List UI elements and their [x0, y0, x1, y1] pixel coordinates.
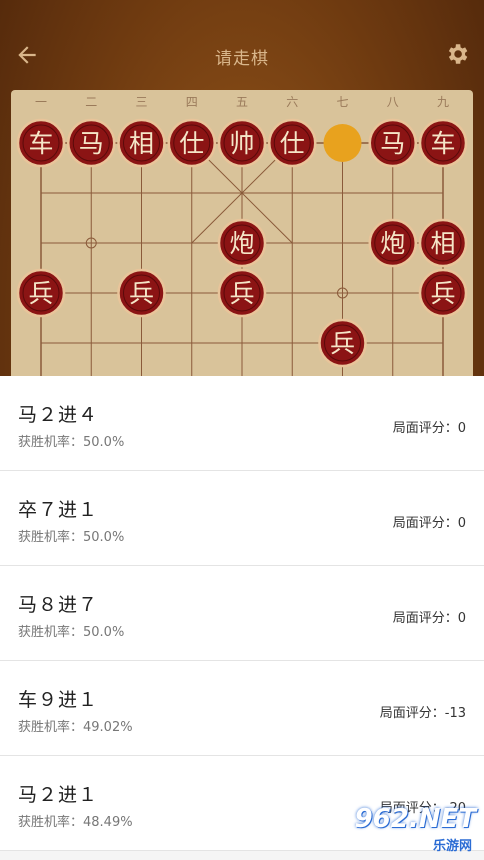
chess-piece[interactable]: 兵: [418, 268, 468, 318]
win-rate: 获胜机率：48.49%: [18, 815, 133, 830]
chess-piece[interactable]: 马: [368, 118, 417, 168]
position-score: 局面评分：-13: [379, 706, 466, 721]
list-item[interactable]: 马２进４ 获胜机率：50.0% 局面评分：0: [0, 376, 484, 471]
chess-board[interactable]: 一二三四五六七八九楚河汉界车马相仕帅仕马车炮炮相兵兵兵兵兵: [11, 90, 473, 390]
svg-text:帅: 帅: [229, 129, 254, 158]
watermark-text: 962.NET: [354, 804, 476, 834]
svg-text:炮: 炮: [380, 229, 405, 258]
position-score: 局面评分：0: [392, 611, 466, 626]
svg-text:兵: 兵: [129, 279, 154, 308]
file-number: 四: [186, 95, 198, 109]
page-title: 请走棋: [215, 49, 269, 69]
file-number: 六: [286, 95, 298, 109]
win-rate: 获胜机率：50.0%: [18, 625, 125, 640]
chess-piece[interactable]: 炮: [217, 218, 267, 268]
chess-piece[interactable]: 兵: [16, 268, 66, 318]
win-rate: 获胜机率：50.0%: [18, 435, 125, 450]
svg-text:兵: 兵: [229, 279, 254, 308]
file-number: 二: [85, 95, 97, 109]
move-notation: 车９进１: [18, 689, 99, 711]
svg-text:兵: 兵: [430, 279, 455, 308]
move-suggestions-sheet: 马２进４ 获胜机率：50.0% 局面评分：0 卒７进１ 获胜机率：50.0% 局…: [0, 376, 484, 860]
svg-text:炮: 炮: [229, 229, 254, 258]
chess-piece[interactable]: 仕: [167, 118, 216, 168]
file-number: 五: [236, 95, 248, 109]
move-notation: 马２进１: [18, 784, 99, 806]
chess-piece[interactable]: 帅: [217, 118, 267, 168]
win-rate: 获胜机率：50.0%: [18, 530, 125, 545]
svg-text:兵: 兵: [330, 329, 355, 358]
file-number: 八: [387, 95, 399, 109]
list-item[interactable]: 卒７进１ 获胜机率：50.0% 局面评分：0: [0, 471, 484, 566]
svg-text:相: 相: [430, 229, 455, 258]
last-move-highlight: [323, 124, 362, 162]
svg-text:仕: 仕: [280, 129, 305, 158]
list-item[interactable]: 车９进１ 获胜机率：49.02% 局面评分：-13: [0, 661, 484, 756]
file-number: 七: [336, 95, 348, 109]
watermark-subtext: 乐游网: [432, 839, 472, 854]
chess-piece[interactable]: 相: [418, 218, 468, 268]
top-bar: 请走棋: [0, 28, 484, 84]
position-score: 局面评分：0: [392, 421, 466, 436]
svg-text:相: 相: [129, 129, 154, 158]
svg-text:马: 马: [380, 129, 405, 158]
svg-text:兵: 兵: [28, 279, 53, 308]
chess-piece[interactable]: 车: [16, 118, 66, 168]
move-notation: 卒７进１: [18, 499, 99, 521]
chess-piece[interactable]: 炮: [368, 218, 417, 268]
svg-text:仕: 仕: [179, 129, 204, 158]
list-item[interactable]: 马８进７ 获胜机率：50.0% 局面评分：0: [0, 566, 484, 661]
chess-piece[interactable]: 车: [418, 118, 468, 168]
file-number: 一: [35, 95, 47, 109]
svg-text:车: 车: [430, 129, 455, 158]
gear-icon[interactable]: [444, 41, 470, 67]
chess-piece[interactable]: 仕: [268, 118, 317, 168]
file-number: 九: [437, 95, 449, 109]
move-notation: 马２进４: [18, 404, 99, 426]
chess-piece[interactable]: 兵: [117, 268, 166, 318]
chess-piece[interactable]: 兵: [318, 318, 367, 368]
chess-piece[interactable]: 相: [117, 118, 166, 168]
svg-text:马: 马: [79, 129, 104, 158]
chess-piece[interactable]: 马: [67, 118, 116, 168]
move-list: 马２进４ 获胜机率：50.0% 局面评分：0 卒７进１ 获胜机率：50.0% 局…: [0, 376, 484, 851]
svg-text:车: 车: [28, 129, 53, 158]
chess-piece[interactable]: 兵: [217, 268, 267, 318]
board-grid: 一二三四五六七八九楚河汉界车马相仕帅仕马车炮炮相兵兵兵兵兵: [16, 95, 468, 390]
file-number: 三: [135, 95, 147, 109]
site-watermark-logo: 962.NET 乐游网: [338, 804, 476, 854]
position-score: 局面评分：0: [392, 516, 466, 531]
win-rate: 获胜机率：49.02%: [18, 720, 133, 735]
move-notation: 马８进７: [18, 594, 99, 616]
